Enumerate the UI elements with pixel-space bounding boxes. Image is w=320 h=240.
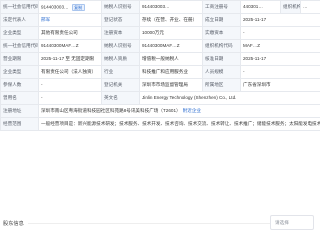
label-company-type-2: 企业类型	[0, 65, 39, 79]
value-region: 广东省深圳市	[240, 78, 320, 92]
label-term: 营业期限	[0, 52, 39, 66]
shareholder-section-title: 股东信息	[3, 221, 24, 227]
value-taxpayer-qual: 增值税一般纳税人	[139, 52, 203, 66]
filter-select-placeholder: 请选择	[275, 220, 289, 225]
label-tax-id: 纳税人识别号	[101, 0, 140, 14]
label-approval-date: 核准日期	[202, 52, 241, 66]
label-region: 所属地区	[202, 78, 241, 92]
label-company-type: 企业类型	[0, 26, 39, 40]
value-scope: 一般经营项目是：新兴能源技术研发；技术服务、技术开发、技术咨询、技术交流、技术转…	[38, 117, 320, 131]
copy-tag[interactable]: 复制	[71, 3, 85, 11]
shareholder-section-header: 股东信息 请选择	[0, 208, 320, 240]
nearby-companies-link[interactable]: 附近企业	[183, 108, 201, 113]
label-founded: 成立日期	[202, 13, 241, 27]
value-industry: 科技推广和应用服务业	[139, 65, 203, 79]
label-reg-capital: 注册资本	[101, 26, 140, 40]
business-info-table: 统一社会信用代码 914403003… 复制 纳税人识别号 914403003… …	[0, 0, 320, 131]
label-org-code: 组织机构代码	[280, 0, 301, 14]
value-address: 深圳市南山区粤海街道科技园社区科苑路8号讯美科技广场（T2601） 附近企业	[38, 104, 320, 118]
value-legal-rep: 邢军	[38, 13, 102, 27]
label-address: 注册地址	[0, 104, 39, 118]
label-insured: 参保人数	[0, 78, 39, 92]
value-reg-no: 440301…	[240, 0, 281, 14]
info-row-8: 曾用名 - 英文名 Jinlin Energy Technology (Shen…	[0, 91, 320, 105]
label-english-name: 英文名	[101, 91, 140, 105]
label-legal-rep: 法定代表人	[0, 13, 39, 27]
value-approval-date: 2025-11-17	[240, 52, 320, 66]
info-row-4: 统一社会信用代码 91440300MAF…Z 纳税人识别号 91440300MA…	[0, 39, 320, 53]
info-row-5: 营业期限 2025-11-17 至 无固定期限 纳税人资质 增值税一般纳税人 核…	[0, 52, 320, 66]
value-staff-size: -	[240, 65, 320, 79]
legal-rep-link[interactable]: 邢军	[41, 17, 50, 22]
address-text: 深圳市南山区粤海街道科技园社区科苑路8号讯美科技广场（T2601）	[41, 108, 181, 114]
label-taxpayer-no: 纳税人识别号	[101, 39, 140, 53]
info-row-10: 经营范围 一般经营项目是：新兴能源技术研发；技术服务、技术开发、技术咨询、技术交…	[0, 117, 320, 131]
value-paid-capital: -	[240, 26, 320, 40]
value-company-type-2: 有限责任公司（法人独资）	[38, 65, 102, 79]
label-industry: 行业	[101, 65, 140, 79]
info-row-7: 参保人数 - 登记机关 深圳市市场监督管理局 所属地区 广东省深圳市	[0, 78, 320, 92]
label-reg-authority: 登记机关	[101, 78, 140, 92]
label-scope: 经营范围	[0, 117, 39, 131]
label-staff-size: 人员规模	[202, 65, 241, 79]
info-row-1: 统一社会信用代码 914403003… 复制 纳税人识别号 914403003… …	[0, 0, 320, 14]
value-taxpayer-no: 91440300MAF…Z	[139, 39, 203, 53]
value-company-type: 其他有限责任公司	[38, 26, 102, 40]
label-status: 登记状态	[101, 13, 140, 27]
value-reg-authority: 深圳市市场监督管理局	[139, 78, 203, 92]
credit-code-text: 914403003…	[41, 4, 69, 10]
label-org-code-2: 组织机构代码	[202, 39, 241, 53]
value-usci: 91440300MAF…Z	[38, 39, 102, 53]
value-credit-code: 914403003… 复制	[38, 0, 102, 14]
value-term: 2025-11-17 至 无固定期限	[38, 52, 102, 66]
label-reg-no: 工商注册号	[202, 0, 241, 14]
info-row-3: 企业类型 其他有限责任公司 注册资本 10000万元 实缴资本 -	[0, 26, 320, 40]
filter-select[interactable]: 请选择	[270, 215, 314, 230]
value-org-code-2: MAF…Z	[240, 39, 320, 53]
info-row-2: 法定代表人 邢军 登记状态 存续（在营、开业、在册） 成立日期 2025-11-…	[0, 13, 320, 27]
info-row-6: 企业类型 有限责任公司（法人独资） 行业 科技推广和应用服务业 人员规模 -	[0, 65, 320, 79]
value-org-code: …	[300, 0, 320, 14]
value-english-name: Jinlin Energy Technology (Shenzhen) Co.,…	[139, 91, 320, 105]
value-insured: -	[38, 78, 102, 92]
value-reg-capital: 10000万元	[139, 26, 203, 40]
value-former-name: -	[38, 91, 102, 105]
value-status: 存续（在营、开业、在册）	[139, 13, 203, 27]
label-credit-code: 统一社会信用代码	[0, 0, 39, 14]
label-usci: 统一社会信用代码	[0, 39, 39, 53]
value-tax-id: 914403003…	[139, 0, 203, 14]
value-founded: 2025-11-17	[240, 13, 320, 27]
label-former-name: 曾用名	[0, 91, 39, 105]
label-paid-capital: 实缴资本	[202, 26, 241, 40]
info-row-9: 注册地址 深圳市南山区粤海街道科技园社区科苑路8号讯美科技广场（T2601） 附近…	[0, 104, 320, 118]
label-taxpayer-qual: 纳税人资质	[101, 52, 140, 66]
